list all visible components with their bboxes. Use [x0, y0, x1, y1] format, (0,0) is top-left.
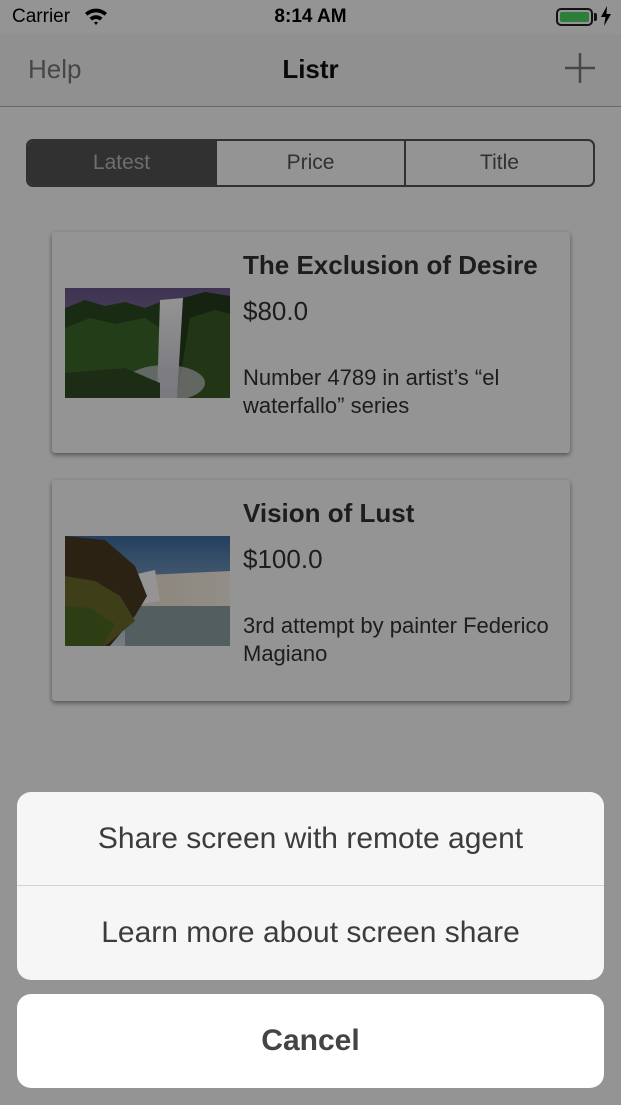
share-screen-option[interactable]: Share screen with remote agent — [17, 792, 604, 886]
action-sheet: Share screen with remote agent Learn mor… — [17, 792, 604, 980]
cancel-button[interactable]: Cancel — [17, 994, 604, 1088]
learn-more-option[interactable]: Learn more about screen share — [17, 886, 604, 979]
